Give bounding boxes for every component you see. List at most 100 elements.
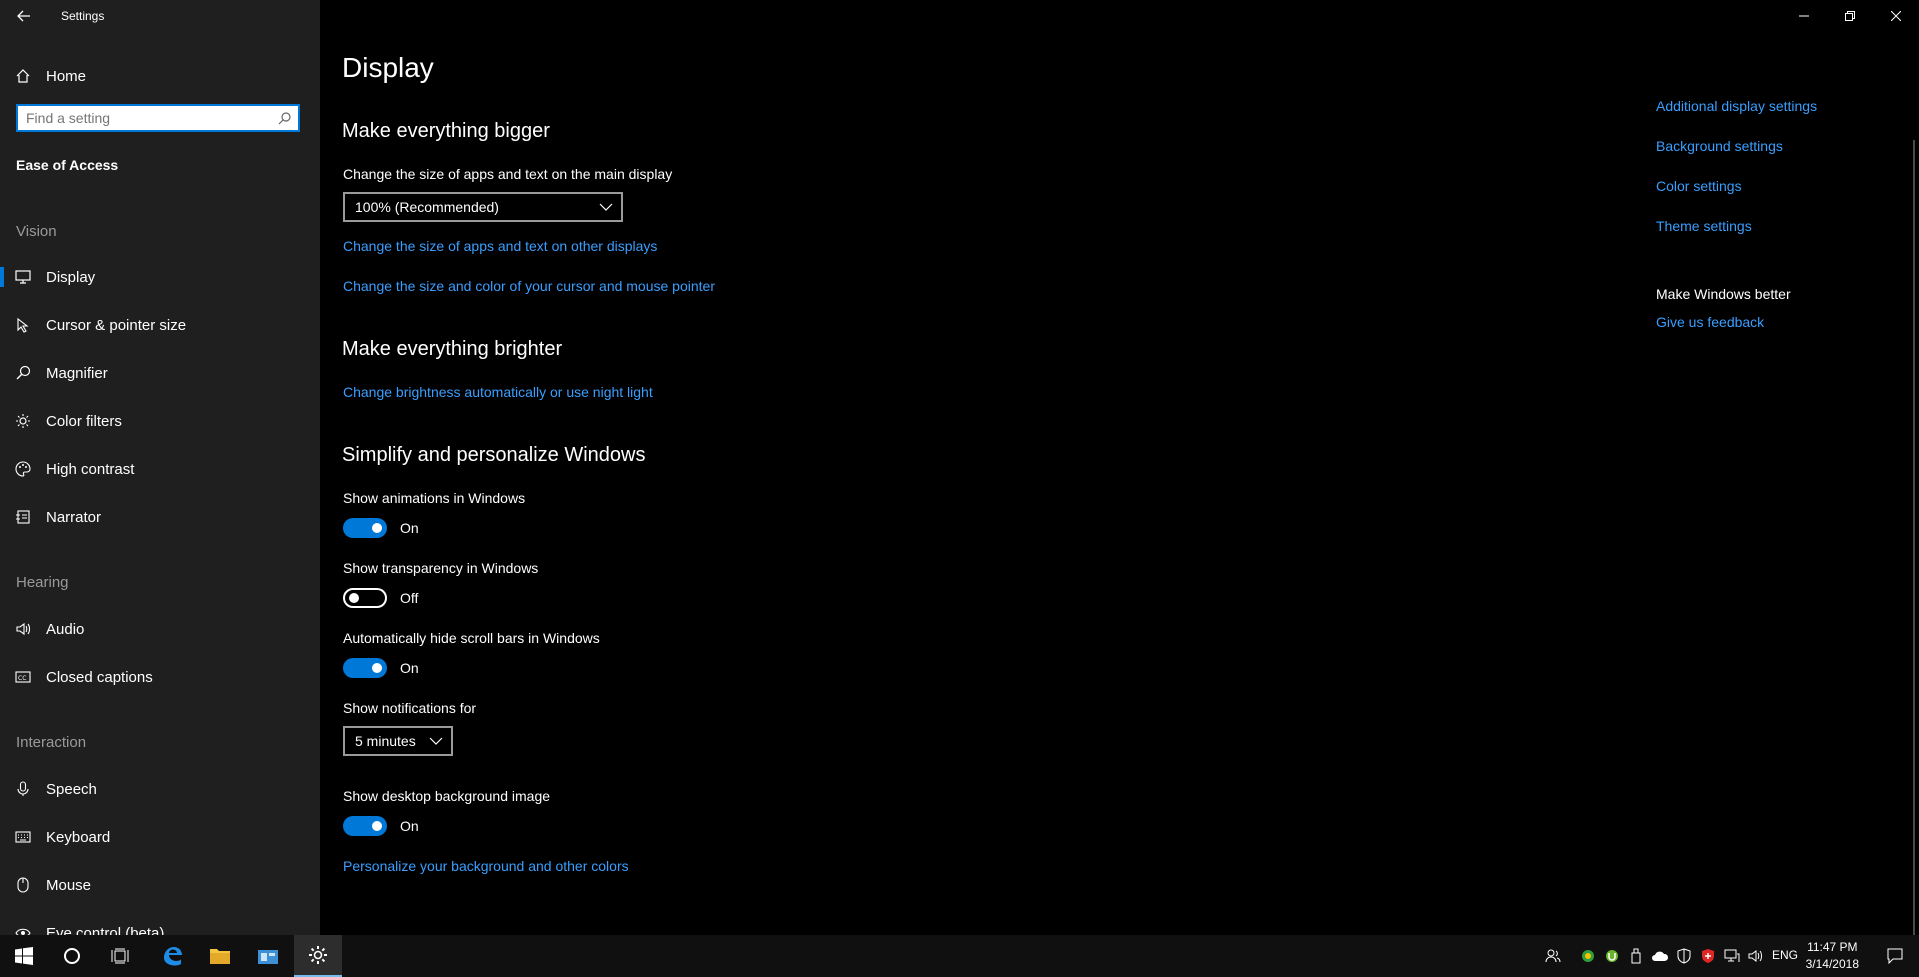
onedrive-icon[interactable] [1648, 950, 1672, 962]
window-title: Settings [61, 9, 105, 23]
sidebar-item-magnifier[interactable]: Magnifier [0, 355, 320, 391]
file-explorer-taskbar-button[interactable] [196, 935, 244, 977]
task-view-button[interactable] [96, 935, 144, 977]
usb-tray-icon[interactable] [1624, 948, 1648, 964]
torrent-tray-icon[interactable] [1600, 949, 1624, 963]
scale-dropdown[interactable]: 100% (Recommended) [343, 192, 623, 222]
sidebar-item-label: Home [46, 67, 87, 85]
sidebar-item-home[interactable]: Home [0, 58, 320, 94]
scale-value: 100% (Recommended) [355, 199, 499, 215]
cortana-button[interactable] [48, 935, 96, 977]
edge-taskbar-button[interactable] [148, 935, 196, 977]
search-box[interactable] [16, 104, 300, 132]
sidebar-item-mouse[interactable]: Mouse [0, 867, 320, 903]
link-color-settings[interactable]: Color settings [1656, 178, 1742, 194]
minimize-button[interactable] [1781, 0, 1827, 32]
clock[interactable]: 11:47 PM 3/14/2018 [1806, 939, 1859, 973]
restore-button[interactable] [1827, 0, 1873, 32]
cursor-icon [0, 317, 46, 333]
feedback-heading: Make Windows better [1656, 286, 1791, 302]
microphone-icon [0, 781, 46, 797]
main-content: Display Make everything bigger Change th… [320, 0, 1919, 935]
settings-taskbar-button[interactable] [294, 935, 342, 977]
search-icon[interactable] [278, 111, 292, 130]
close-icon [1891, 11, 1901, 21]
monitor-icon [0, 270, 46, 284]
app-tray-icon[interactable] [1576, 949, 1600, 963]
sidebar-item-speech[interactable]: Speech [0, 771, 320, 807]
sidebar-item-label: Color filters [46, 412, 122, 430]
link-give-feedback[interactable]: Give us feedback [1656, 314, 1764, 330]
background-image-state: On [400, 818, 419, 834]
sidebar-item-closed-captions[interactable]: CC Closed captions [0, 659, 320, 695]
store-icon [258, 950, 278, 964]
sidebar-item-cursor-pointer-size[interactable]: Cursor & pointer size [0, 307, 320, 343]
scrollbars-toggle[interactable] [343, 658, 387, 678]
close-button[interactable] [1873, 0, 1919, 32]
toggle-knob [349, 593, 359, 603]
sidebar-item-high-contrast[interactable]: High contrast [0, 451, 320, 487]
security-tray-icon[interactable] [1672, 948, 1696, 964]
sidebar-item-eye-control[interactable]: Eye control (beta) [0, 915, 320, 935]
link-brightness-night-light[interactable]: Change brightness automatically or use n… [343, 384, 653, 400]
transparency-label: Show transparency in Windows [343, 560, 539, 576]
language-indicator[interactable]: ENG [1772, 948, 1798, 962]
animations-toggle[interactable] [343, 518, 387, 538]
captions-icon: CC [0, 671, 46, 683]
sidebar-item-keyboard[interactable]: Keyboard [0, 819, 320, 855]
toggle-knob [372, 523, 382, 533]
category-title: Ease of Access [16, 157, 119, 173]
minimize-icon [1799, 15, 1809, 17]
keyboard-icon [0, 831, 46, 843]
section-heading-vision: Vision [16, 223, 57, 240]
sidebar-item-color-filters[interactable]: Color filters [0, 403, 320, 439]
file-explorer-icon [210, 949, 230, 964]
toggle-knob [372, 663, 382, 673]
sidebar-item-narrator[interactable]: Narrator [0, 499, 320, 535]
search-input[interactable] [18, 106, 274, 130]
cortana-icon [64, 948, 80, 964]
home-icon [0, 68, 46, 84]
eye-icon [0, 927, 46, 935]
action-center-button[interactable] [1871, 935, 1919, 977]
people-icon[interactable] [1540, 948, 1566, 964]
section-heading-hearing: Hearing [16, 574, 69, 591]
sidebar: Settings Home Ease of Access Vision Disp… [0, 0, 320, 935]
chevron-down-icon [429, 737, 443, 745]
network-icon[interactable] [1720, 949, 1744, 963]
windows-start-icon [15, 947, 33, 965]
palette-icon [0, 461, 46, 477]
sidebar-item-label: Cursor & pointer size [46, 316, 187, 334]
link-additional-display-settings[interactable]: Additional display settings [1656, 98, 1817, 114]
sidebar-item-label: Magnifier [46, 364, 108, 382]
antivirus-tray-icon[interactable] [1696, 948, 1720, 964]
section-heading-brighter: Make everything brighter [342, 338, 563, 360]
animations-label: Show animations in Windows [343, 490, 526, 506]
scrollbars-state: On [400, 660, 419, 676]
chevron-down-icon [599, 203, 613, 211]
sidebar-item-audio[interactable]: Audio [0, 611, 320, 647]
store-taskbar-button[interactable] [244, 935, 292, 977]
link-other-displays[interactable]: Change the size of apps and text on othe… [343, 238, 657, 254]
sidebar-item-display[interactable]: Display [0, 259, 320, 295]
back-button[interactable] [12, 4, 36, 28]
start-button[interactable] [0, 935, 48, 977]
sun-icon [0, 413, 46, 429]
link-theme-settings[interactable]: Theme settings [1656, 218, 1752, 234]
settings-icon [309, 946, 327, 964]
sidebar-item-label: Display [46, 268, 96, 286]
sidebar-item-label: Closed captions [46, 668, 153, 686]
background-image-toggle[interactable] [343, 816, 387, 836]
narrator-icon [0, 509, 46, 525]
link-personalize-background[interactable]: Personalize your background and other co… [343, 858, 629, 874]
transparency-toggle[interactable] [343, 588, 387, 608]
background-image-label: Show desktop background image [343, 788, 551, 804]
scrollbar[interactable] [1913, 140, 1915, 935]
notifications-label: Show notifications for [343, 700, 477, 716]
notifications-dropdown[interactable]: 5 minutes [343, 726, 453, 756]
link-cursor-size-color[interactable]: Change the size and color of your cursor… [343, 278, 715, 294]
scrollbars-label: Automatically hide scroll bars in Window… [343, 630, 600, 646]
volume-icon[interactable] [1744, 949, 1768, 963]
magnifier-icon [0, 365, 46, 381]
link-background-settings[interactable]: Background settings [1656, 138, 1783, 154]
